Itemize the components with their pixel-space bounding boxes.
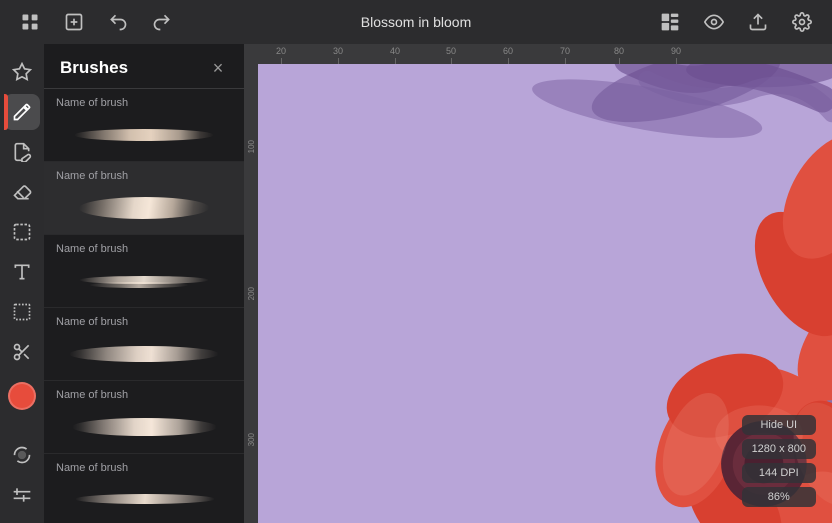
brushes-title: Brushes [60, 58, 128, 78]
brush-preview-1 [56, 113, 232, 157]
ruler-label-40: 40 [390, 46, 400, 56]
brush-tool-button[interactable] [4, 94, 40, 130]
brush-preview-3 [56, 259, 232, 303]
brush-preview-2 [56, 186, 232, 230]
left-toolbar [0, 44, 44, 523]
brush-item-5[interactable]: Name of brush [44, 381, 244, 454]
brush-name-2: Name of brush [56, 170, 232, 182]
brushes-close-button[interactable]: × [208, 58, 228, 78]
animation-tool-button[interactable] [4, 437, 40, 473]
ruler-label-70: 70 [560, 46, 570, 56]
preview-button[interactable] [700, 8, 728, 36]
modify-tool-button[interactable] [4, 54, 40, 90]
resolution-badge: 1280 x 800 [742, 439, 816, 459]
brush-item-1[interactable]: Name of brush [44, 89, 244, 162]
brush-item-6[interactable]: Name of brush [44, 454, 244, 523]
gallery-button[interactable] [16, 8, 44, 36]
brush-preview-4 [56, 332, 232, 376]
new-canvas-button[interactable] [60, 8, 88, 36]
topbar-left [16, 8, 176, 36]
ruler-label-30: 30 [333, 46, 343, 56]
brush-item-4[interactable]: Name of brush [44, 308, 244, 381]
ruler-label-60: 60 [503, 46, 513, 56]
ruler-top: 20 30 40 50 60 70 [244, 44, 832, 64]
brush-name-1: Name of brush [56, 97, 232, 109]
brush-item-3[interactable]: Name of brush [44, 235, 244, 308]
brushes-list: Name of brush Name of brush Name of brus… [44, 89, 244, 523]
brush-name-3: Name of brush [56, 243, 232, 255]
canvas-area[interactable]: 20 30 40 50 60 70 [244, 44, 832, 523]
brush-name-5: Name of brush [56, 389, 232, 401]
dpi-badge: 144 DPI [742, 463, 816, 483]
ruler-label-80: 80 [614, 46, 624, 56]
brush-preview-6 [56, 478, 232, 522]
ruler-label-90: 90 [671, 46, 681, 56]
brush-name-4: Name of brush [56, 316, 232, 328]
settings-button[interactable] [788, 8, 816, 36]
topbar-right [656, 8, 816, 36]
brush-preview-5 [56, 405, 232, 449]
ruler-label-20: 20 [276, 46, 286, 56]
redo-button[interactable] [148, 8, 176, 36]
zoom-badge: 86% [742, 487, 816, 507]
layout-button[interactable] [656, 8, 684, 36]
share-button[interactable] [744, 8, 772, 36]
color-swatch[interactable] [8, 382, 36, 410]
brushes-header: Brushes × [44, 44, 244, 89]
active-indicator [4, 94, 8, 130]
marquee-tool-button[interactable] [4, 294, 40, 330]
undo-button[interactable] [104, 8, 132, 36]
ruler-left: 100 200 300 [244, 64, 258, 523]
erase-tool-button[interactable] [4, 174, 40, 210]
document-title: Blossom in bloom [361, 14, 472, 30]
brush-item-2[interactable]: Name of brush [44, 162, 244, 235]
text-tool-button[interactable] [4, 254, 40, 290]
hide-ui-badge[interactable]: Hide UI [742, 415, 816, 435]
timeline-button[interactable] [4, 477, 40, 513]
topbar: Blossom in bloom [0, 0, 832, 44]
ruler-label-50: 50 [446, 46, 456, 56]
info-panel: Hide UI 1280 x 800 144 DPI 86% [742, 415, 816, 507]
brushes-panel: Brushes × Name of brush Name of brush Na… [44, 44, 244, 523]
smudge-tool-button[interactable] [4, 134, 40, 170]
select-tool-button[interactable] [4, 214, 40, 250]
cut-tool-button[interactable] [4, 334, 40, 370]
brush-name-6: Name of brush [56, 462, 232, 474]
